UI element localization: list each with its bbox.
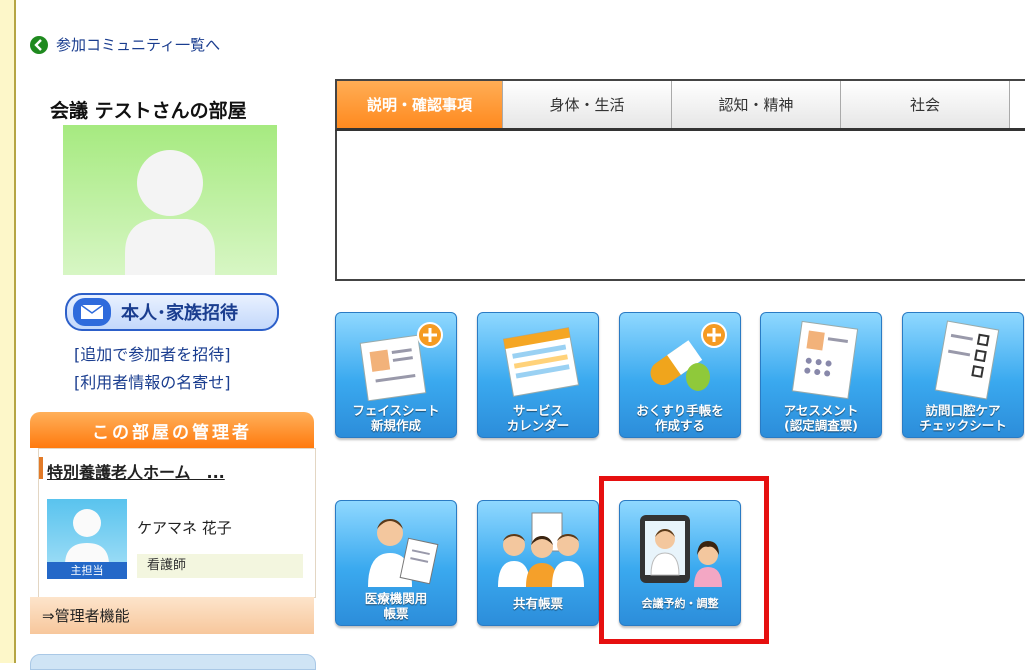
back-arrow-icon [30, 35, 48, 54]
category-tabs: 説明・確認事項 身体・生活 認知・精神 社会 [335, 79, 1025, 131]
tile-label: おくすり手帳を 作成する [636, 403, 724, 433]
assessment-tile-button[interactable]: アセスメント (認定調査票) [760, 312, 882, 438]
facility-marker [39, 457, 43, 479]
oral-care-checksheet-tile-button[interactable]: 訪問口腔ケア チェックシート [902, 312, 1024, 438]
medical-institution-forms-tile-button[interactable]: 医療機関用 帳票 [335, 500, 457, 626]
avatar [63, 125, 277, 275]
room-title: 会議 テストさんの部屋 [50, 100, 247, 122]
left-border-strip [0, 0, 16, 663]
next-panel-edge [30, 654, 316, 670]
tab-social[interactable]: 社会 [841, 81, 1010, 128]
assessment-icon [791, 320, 859, 400]
invite-button-label: 本人･家族招待 [121, 303, 238, 324]
invite-family-button[interactable]: 本人･家族招待 [65, 293, 279, 331]
face-sheet-tile-button[interactable]: フェイスシート 新規作成 [335, 312, 457, 438]
mail-icon [73, 298, 111, 326]
calendar-icon [502, 327, 580, 397]
staff-name: ケアマネ 花子 [137, 519, 232, 537]
tile-label: 訪問口腔ケア チェックシート [919, 403, 1007, 433]
room-admin-panel: この部屋の管理者 特別養護老人ホーム ... 主担当 ケアマネ 花子 看護師 ⇒… [30, 412, 316, 634]
service-calendar-tile-button[interactable]: サービス カレンダー [477, 312, 599, 438]
tab-cognition[interactable]: 認知・精神 [672, 81, 841, 128]
medicine-notebook-tile-button[interactable]: おくすり手帳を 作成する [619, 312, 741, 438]
admin-panel-body: 特別養護老人ホーム ... 主担当 ケアマネ 花子 看護師 [38, 448, 316, 598]
staff-group-icon [498, 512, 584, 587]
checklist-icon [934, 320, 1000, 400]
tile-label: 医療機関用 帳票 [364, 591, 428, 621]
admin-panel-header: この部屋の管理者 [30, 412, 314, 448]
tile-label: アセスメント (認定調査票) [783, 403, 859, 433]
back-to-community-list-link[interactable]: 参加コミュニティ一覧へ [30, 34, 220, 55]
face-sheet-icon [359, 322, 443, 401]
staff-role: 看護師 [137, 554, 303, 578]
tile-label: サービス カレンダー [506, 403, 570, 433]
tab-body-life[interactable]: 身体・生活 [503, 81, 672, 128]
invite-additional-link[interactable]: [追加で参加者を招待] [74, 341, 231, 365]
back-link-label: 参加コミュニティ一覧へ [56, 36, 221, 54]
tile-label: フェイスシート 新規作成 [352, 403, 440, 433]
admin-functions-link[interactable]: ⇒管理者機能 [30, 597, 314, 634]
primary-staff-badge: 主担当 [47, 562, 127, 579]
tab-content-area [335, 131, 1025, 281]
shared-forms-tile-button[interactable]: 共有帳票 [477, 500, 599, 626]
doctor-clipboard-icon [368, 519, 439, 587]
facility-name-link[interactable]: 特別養護老人ホーム ... [47, 459, 225, 483]
tile-label: 共有帳票 [512, 596, 563, 611]
merge-user-info-link[interactable]: [利用者情報の名寄せ] [74, 369, 231, 393]
highlight-annotation-box [599, 476, 769, 644]
tab-explanation[interactable]: 説明・確認事項 [337, 81, 503, 128]
person-silhouette-icon [125, 150, 215, 275]
medicine-icon [650, 322, 727, 391]
